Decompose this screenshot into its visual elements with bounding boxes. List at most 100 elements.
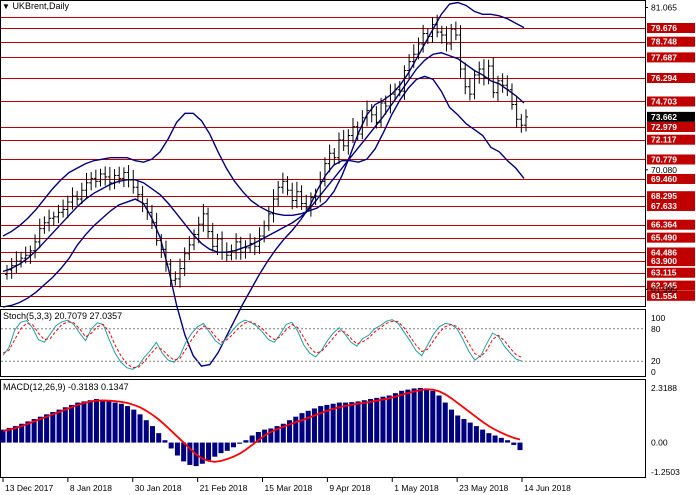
macd-bar <box>299 413 305 443</box>
chart-title-label: ▼ UKBrent,Daily <box>2 1 69 11</box>
stoch-tick-label: 100 <box>651 313 665 323</box>
level-label: 65.490 <box>651 233 677 243</box>
macd-bar <box>517 442 523 451</box>
macd-bar <box>206 442 212 461</box>
macd-bar <box>411 388 417 443</box>
macd-axis: 2.3188 0.00 -1.2503 <box>651 383 680 477</box>
macd-bar <box>355 401 361 443</box>
time-label: 30 Jan 2018 <box>135 483 182 493</box>
macd-bar <box>380 396 386 443</box>
macd-tick-label: -1.2503 <box>651 467 680 477</box>
time-label: 8 Jan 2018 <box>70 483 112 493</box>
current-price-label: 73.662 <box>651 112 677 122</box>
level-label: 68.295 <box>651 191 677 201</box>
macd-bar <box>199 442 205 464</box>
macd-title: MACD(12,26,9) -0.3183 0.1347 <box>3 382 129 392</box>
price-tick-label: 81.065 <box>651 2 677 12</box>
macd-bar <box>93 399 99 443</box>
macd-bar <box>137 414 143 443</box>
level-label: 72.979 <box>651 122 677 132</box>
macd-tick-label: 2.3188 <box>651 383 677 393</box>
macd-bar <box>486 433 492 443</box>
macd-bar <box>50 411 56 443</box>
macd-bar <box>168 442 174 449</box>
level-label: 67.633 <box>651 201 677 211</box>
macd-bar <box>399 390 405 443</box>
level-label: 69.460 <box>651 174 677 184</box>
macd-bar <box>430 390 436 443</box>
time-label: 9 Apr 2018 <box>329 483 370 493</box>
macd-bar <box>417 387 423 443</box>
macd-bar <box>442 402 448 443</box>
macd-bar <box>212 442 218 457</box>
macd-bar <box>131 409 137 443</box>
macd-bar <box>498 437 504 443</box>
stochastic-axis: 10080 200 <box>651 313 665 377</box>
macd-bar <box>174 442 180 456</box>
macd-bar <box>62 407 68 443</box>
macd-bar <box>405 389 411 443</box>
stoch-tick-label: 0 <box>651 367 656 377</box>
level-label: 63.900 <box>651 256 677 266</box>
macd-bar <box>492 435 498 443</box>
time-label: 1 May 2018 <box>394 483 439 493</box>
macd-bar <box>392 393 398 443</box>
level-label: 70.779 <box>651 154 677 164</box>
time-label: 15 Mar 2018 <box>265 483 313 493</box>
macd-bar <box>0 429 6 443</box>
macd-bar <box>311 408 317 443</box>
macd-bar <box>106 401 112 443</box>
price-tick-label: 61.995 <box>651 284 677 294</box>
macd-bar <box>69 404 75 443</box>
macd-bar <box>367 399 374 443</box>
level-label: 77.687 <box>651 52 677 62</box>
macd-bar <box>305 410 311 443</box>
macd-bar <box>218 442 224 454</box>
macd-bar <box>224 442 230 451</box>
time-axis: 13 Dec 2017 8 Jan 2018 30 Jan 2018 21 Feb 2… <box>2 478 571 493</box>
price-axis: 81.065 79.676 78.748 77.687 76.294 74.703 73.6… <box>645 2 695 301</box>
level-label: 78.748 <box>651 37 677 47</box>
macd-bar <box>349 402 355 443</box>
macd-bar <box>87 400 93 443</box>
stoch-tick-label: 20 <box>651 356 661 366</box>
level-label: 76.294 <box>651 73 677 83</box>
macd-bar <box>455 415 461 443</box>
macd-tick-label: 0.00 <box>651 438 668 448</box>
stoch-title: Stoch(5,3,3) 20.7079 27.0357 <box>3 311 123 321</box>
macd-bar <box>125 406 131 443</box>
level-label: 72.117 <box>651 135 677 145</box>
macd-bar <box>112 402 118 443</box>
level-label: 66.364 <box>651 220 677 230</box>
level-label: 63.115 <box>651 268 677 278</box>
macd-bar <box>480 429 486 443</box>
level-label: 74.703 <box>651 96 677 106</box>
macd-bar <box>386 395 392 443</box>
time-label: 23 May 2018 <box>459 483 508 493</box>
macd-bar <box>436 395 442 443</box>
macd-bar <box>374 397 380 443</box>
macd-bar <box>44 414 50 443</box>
macd-bar <box>143 420 149 443</box>
macd-bar <box>100 400 106 443</box>
macd-bar <box>162 440 168 443</box>
macd-bar <box>149 426 156 443</box>
macd-bar <box>293 416 299 443</box>
macd-bar <box>75 402 81 443</box>
macd-bar <box>243 440 249 443</box>
macd-bar <box>56 409 62 443</box>
macd-bar <box>511 442 517 445</box>
macd-bar <box>249 435 255 443</box>
price-panel[interactable] <box>0 0 646 307</box>
macd-bar <box>230 442 236 448</box>
trading-chart[interactable]: 81.065 79.676 78.748 77.687 76.294 74.703 73.6… <box>0 0 696 495</box>
macd-bar <box>118 403 124 443</box>
stoch-tick-label: 80 <box>651 324 661 334</box>
macd-bar <box>467 422 473 443</box>
time-label: 21 Feb 2018 <box>200 483 248 493</box>
macd-bar <box>505 440 511 443</box>
time-label: 14 Jun 2018 <box>524 483 571 493</box>
time-label: 13 Dec 2017 <box>5 483 53 493</box>
macd-bar <box>448 409 454 443</box>
macd-bar <box>156 433 162 443</box>
